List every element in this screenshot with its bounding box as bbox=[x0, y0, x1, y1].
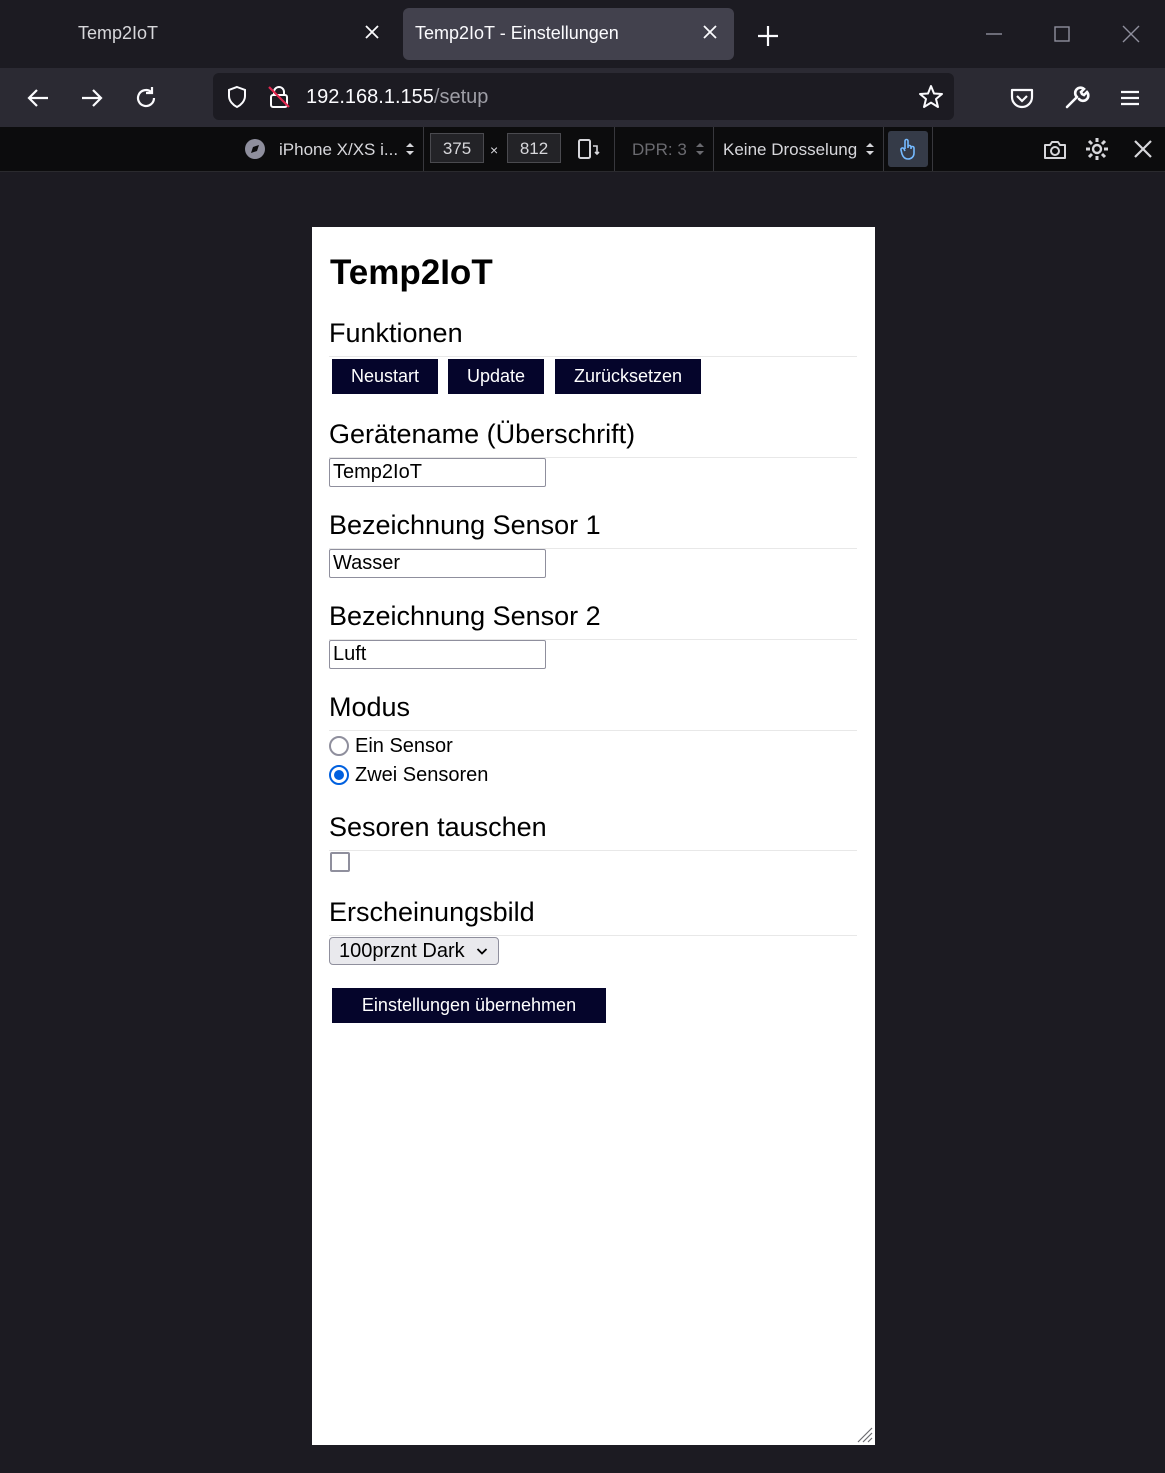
tab-temp2iot[interactable]: Temp2IoT bbox=[66, 8, 396, 60]
sensor1-name-input[interactable] bbox=[329, 549, 546, 578]
maximize-icon[interactable] bbox=[1050, 22, 1074, 46]
mode-section: Modus bbox=[329, 691, 857, 731]
shield-icon[interactable] bbox=[224, 84, 250, 110]
radio-two-sensors[interactable] bbox=[329, 765, 349, 785]
throttling-selector[interactable]: Keine Drosselung bbox=[723, 140, 857, 160]
minimize-icon[interactable] bbox=[982, 22, 1006, 46]
insecure-lock-icon[interactable] bbox=[266, 84, 292, 110]
responsive-design-toolbar: iPhone X/XS i... 375 × 812 DPR: 3 Keine … bbox=[0, 127, 1165, 172]
section-heading: Erscheinungsbild bbox=[329, 897, 535, 927]
divider bbox=[329, 730, 857, 731]
section-heading: Funktionen bbox=[329, 318, 463, 348]
bookmark-star-icon[interactable] bbox=[918, 84, 944, 110]
separator bbox=[932, 127, 933, 171]
forward-icon[interactable] bbox=[76, 82, 108, 114]
tab-einstellungen[interactable]: Temp2IoT - Einstellungen bbox=[403, 8, 734, 60]
tab-title: Temp2IoT bbox=[78, 23, 159, 43]
updown-icon bbox=[866, 143, 874, 155]
touch-simulation-button[interactable] bbox=[888, 131, 928, 167]
navigation-bar: 192.168.1.155/setup bbox=[0, 68, 1165, 127]
resize-grip-icon[interactable] bbox=[855, 1425, 873, 1443]
select-value: 100prznt Dark bbox=[339, 940, 465, 962]
page-title: Temp2IoT bbox=[330, 253, 493, 292]
url-path: /setup bbox=[433, 86, 489, 108]
updown-icon bbox=[406, 143, 414, 155]
device-viewport: Temp2IoT Funktionen Neustart Update Zurü… bbox=[312, 227, 875, 1445]
section-heading: Modus bbox=[329, 692, 411, 722]
functions-section: Funktionen bbox=[329, 317, 857, 357]
separator bbox=[614, 127, 615, 171]
new-tab-icon[interactable] bbox=[752, 20, 784, 52]
divider bbox=[329, 935, 857, 936]
restart-button[interactable]: Neustart bbox=[332, 359, 438, 394]
swap-sensors-section: Sesoren tauschen bbox=[329, 811, 857, 851]
section-heading: Gerätename (Überschrift) bbox=[329, 419, 636, 449]
url-bar[interactable]: 192.168.1.155/setup bbox=[213, 73, 954, 120]
tab-bar: Temp2IoT Temp2IoT - Einstellungen bbox=[0, 0, 1165, 68]
times-sign: × bbox=[490, 142, 499, 158]
appearance-section: Erscheinungsbild bbox=[329, 896, 857, 936]
window-close-icon[interactable] bbox=[1119, 22, 1143, 46]
viewport-height-input[interactable]: 812 bbox=[507, 133, 561, 163]
dpr-selector[interactable]: DPR: 3 bbox=[632, 140, 687, 160]
url-host: 192.168.1.155 bbox=[306, 86, 434, 108]
chevron-down-icon bbox=[476, 948, 488, 955]
apply-settings-button[interactable]: Einstellungen übernehmen bbox=[332, 988, 606, 1023]
viewport-width-input[interactable]: 375 bbox=[430, 133, 484, 163]
compass-icon bbox=[245, 139, 265, 159]
tab-title: Temp2IoT - Einstellungen bbox=[415, 23, 619, 43]
radio-label[interactable]: Ein Sensor bbox=[355, 735, 453, 758]
radio-label[interactable]: Zwei Sensoren bbox=[355, 764, 488, 787]
section-heading: Sesoren tauschen bbox=[329, 812, 547, 842]
device-name-input[interactable] bbox=[329, 458, 546, 487]
separator bbox=[713, 127, 714, 171]
close-tab-icon[interactable] bbox=[362, 22, 382, 42]
wrench-icon[interactable] bbox=[1060, 82, 1092, 114]
sensor1-section: Bezeichnung Sensor 1 bbox=[329, 509, 857, 549]
radio-one-sensor[interactable] bbox=[329, 736, 349, 756]
close-rdm-icon[interactable] bbox=[1132, 138, 1154, 160]
update-button[interactable]: Update bbox=[448, 359, 544, 394]
settings-gear-icon[interactable] bbox=[1084, 136, 1110, 162]
sensor2-section: Bezeichnung Sensor 2 bbox=[329, 600, 857, 640]
device-selector[interactable]: iPhone X/XS i... bbox=[279, 140, 398, 160]
divider bbox=[329, 356, 857, 357]
sensor2-name-input[interactable] bbox=[329, 640, 546, 669]
reload-icon[interactable] bbox=[130, 82, 162, 114]
screenshot-camera-icon[interactable] bbox=[1042, 137, 1068, 163]
menu-icon[interactable] bbox=[1114, 82, 1146, 114]
swap-sensors-checkbox[interactable] bbox=[330, 852, 350, 872]
separator bbox=[423, 127, 424, 171]
section-heading: Bezeichnung Sensor 2 bbox=[329, 601, 601, 631]
pocket-icon[interactable] bbox=[1006, 82, 1038, 114]
section-heading: Bezeichnung Sensor 1 bbox=[329, 510, 601, 540]
appearance-select[interactable]: 100prznt Dark bbox=[329, 937, 499, 965]
rotate-device-icon[interactable] bbox=[576, 137, 600, 161]
close-tab-icon[interactable] bbox=[700, 22, 720, 42]
updown-icon bbox=[696, 143, 704, 155]
separator bbox=[883, 127, 884, 171]
touch-hand-icon bbox=[900, 138, 915, 160]
url-text[interactable]: 192.168.1.155/setup bbox=[306, 86, 488, 109]
device-name-section: Gerätename (Überschrift) bbox=[329, 418, 857, 458]
reset-button[interactable]: Zurücksetzen bbox=[555, 359, 701, 394]
divider bbox=[329, 850, 857, 851]
back-icon[interactable] bbox=[22, 82, 54, 114]
